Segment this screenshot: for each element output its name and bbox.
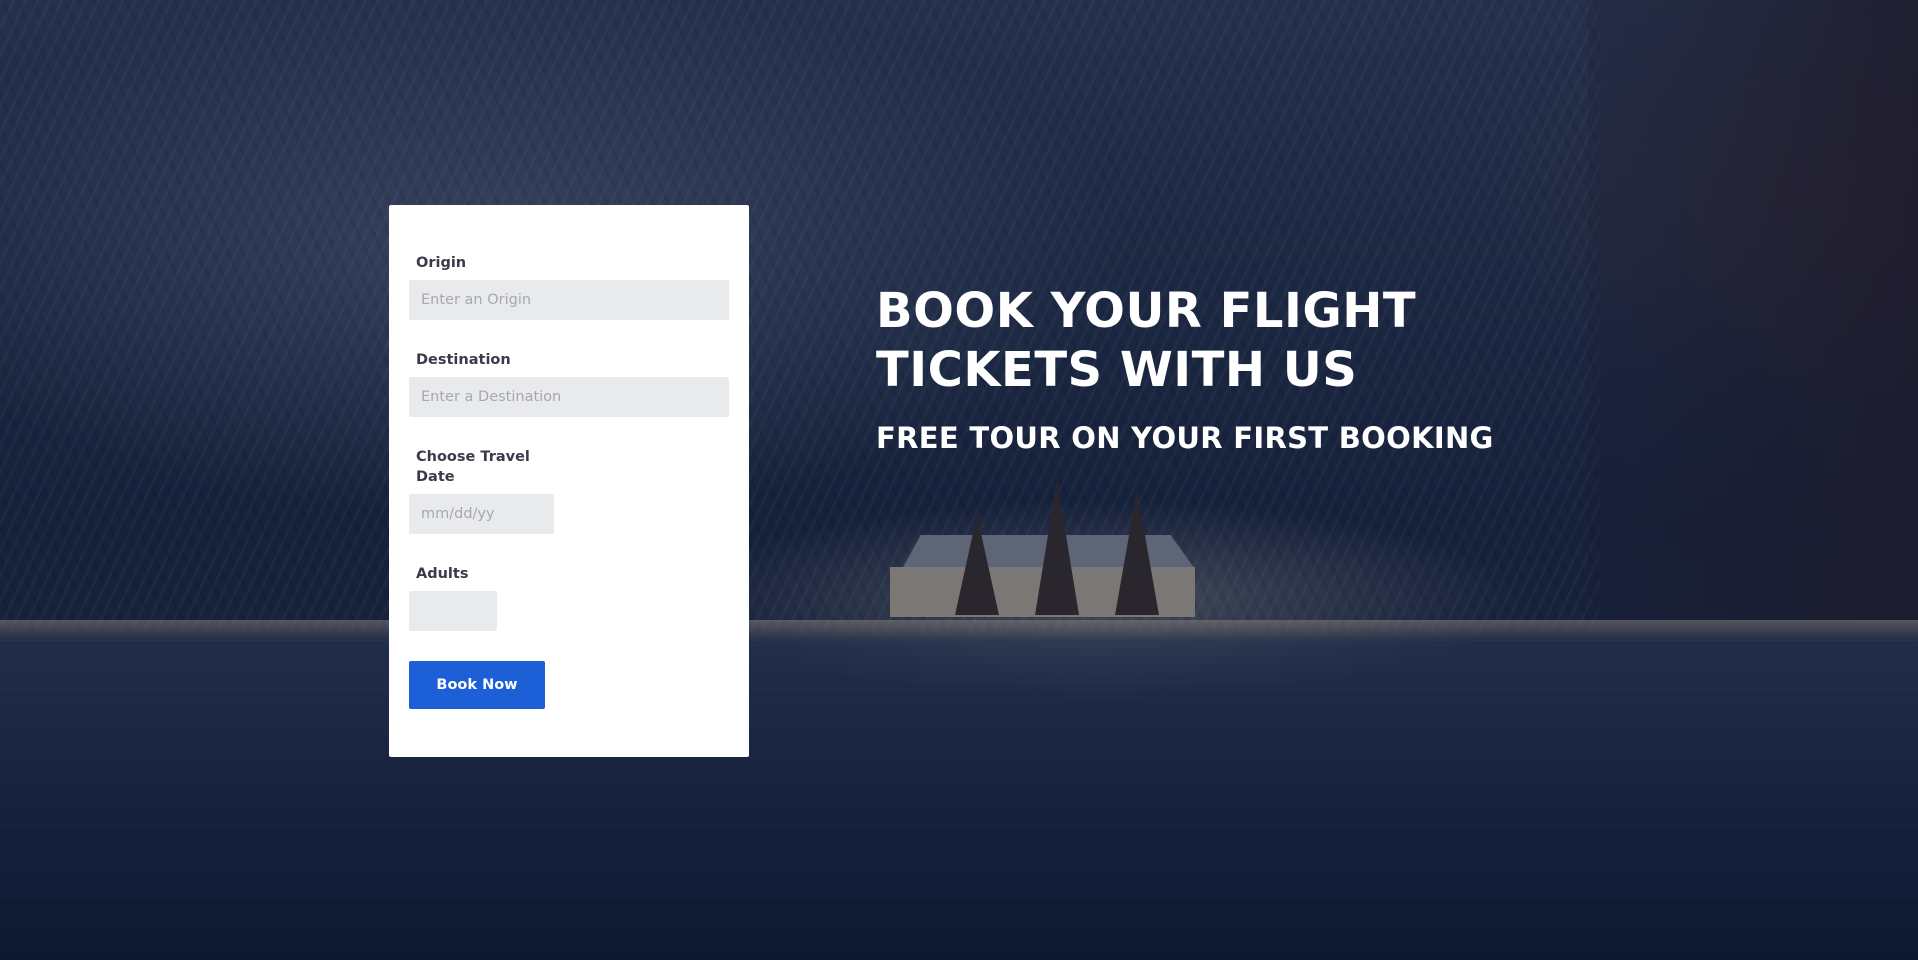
origin-group: Origin xyxy=(409,253,729,320)
travel-date-label: Choose Travel Date xyxy=(416,449,530,485)
dark-overlay xyxy=(0,0,1918,960)
origin-input[interactable] xyxy=(409,280,729,320)
adults-input[interactable] xyxy=(409,591,497,631)
destination-input[interactable] xyxy=(409,377,729,417)
hero-subtitle: FREE TOUR ON YOUR FIRST BOOKING xyxy=(876,421,1494,455)
book-now-button[interactable]: Book Now xyxy=(409,661,545,709)
destination-label: Destination xyxy=(416,352,511,368)
hero-text: BOOK YOUR FLIGHT TICKETS WITH US FREE TO… xyxy=(876,282,1776,458)
travel-date-input[interactable] xyxy=(409,494,554,534)
adults-label: Adults xyxy=(416,566,469,582)
destination-group: Destination xyxy=(409,350,729,417)
hero-title: BOOK YOUR FLIGHT TICKETS WITH US xyxy=(876,283,1417,398)
adults-group: Adults xyxy=(409,564,729,631)
origin-label: Origin xyxy=(416,255,467,271)
booking-form: Origin Destination Choose Travel Date Ad… xyxy=(389,205,749,757)
travel-date-group: Choose Travel Date xyxy=(409,447,729,534)
